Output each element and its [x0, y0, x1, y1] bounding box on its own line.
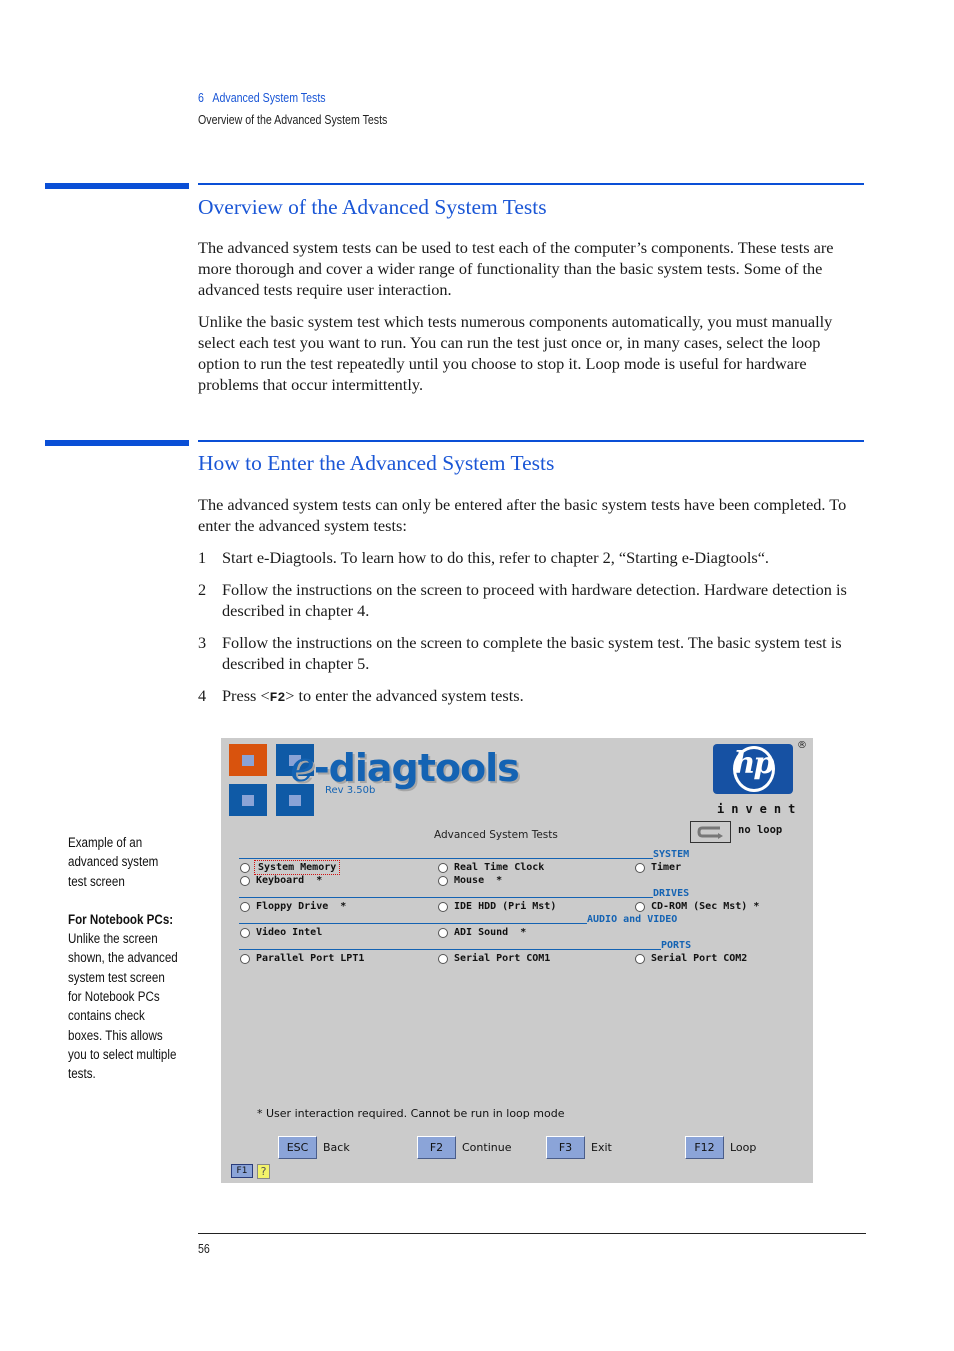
- option-serial-port-com1[interactable]: Serial Port COM1: [438, 952, 550, 965]
- option-parallel-port-lpt1[interactable]: Parallel Port LPT1: [240, 952, 364, 965]
- radio-button[interactable]: [240, 862, 250, 873]
- step-item: 2 Follow the instructions on the screen …: [198, 579, 866, 621]
- overview-paragraph-2: Unlike the basic system test which tests…: [198, 312, 833, 394]
- note-body: Unlike the screen shown, the advanced sy…: [68, 931, 178, 1082]
- group-label-drives: DRIVES: [653, 888, 690, 899]
- group-divider: [239, 897, 653, 898]
- option-cd-rom[interactable]: CD-ROM (Sec Mst) *: [635, 900, 759, 913]
- radio-button[interactable]: [240, 927, 250, 938]
- radio-button[interactable]: [635, 901, 645, 912]
- step-text: Start e-Diagtools. To learn how to do th…: [222, 548, 770, 567]
- group-label-audio-video: AUDIO and VIDEO: [587, 914, 678, 925]
- group-divider: [239, 923, 587, 924]
- section-marker-bar: [45, 440, 189, 446]
- group-divider: [239, 858, 653, 859]
- loop-arrow-icon: [697, 826, 723, 839]
- group-label-ports: PORTS: [661, 940, 692, 951]
- step-text: Follow the instructions on the screen to…: [222, 580, 847, 620]
- overview-paragraph-1: The advanced system tests can be used to…: [198, 238, 834, 299]
- step-text-post: > to enter the advanced system tests.: [285, 686, 524, 705]
- step-item: 1 Start e-Diagtools. To learn how to do …: [198, 547, 866, 568]
- option-timer[interactable]: Timer: [635, 861, 681, 874]
- exit-label: Exit: [591, 1141, 612, 1154]
- back-label: Back: [323, 1141, 350, 1154]
- running-header-section: Overview of the Advanced System Tests: [198, 113, 388, 127]
- esc-key-button[interactable]: ESC: [278, 1136, 317, 1159]
- step-number: 4: [198, 686, 207, 705]
- step-text: Press <F2> to enter the advanced system …: [222, 685, 866, 708]
- brand-tagline: invent: [717, 802, 803, 816]
- continue-label: Continue: [462, 1141, 512, 1154]
- step-number: 3: [198, 633, 207, 652]
- logo-square-icon: [229, 744, 267, 776]
- section-rule: [198, 440, 864, 442]
- loop-status: no loop: [738, 824, 783, 836]
- option-video-intel[interactable]: Video Intel: [240, 926, 322, 939]
- group-label-system: SYSTEM: [653, 849, 690, 860]
- loop-toggle-button[interactable]: [690, 821, 731, 843]
- option-system-memory[interactable]: System Memory: [240, 860, 341, 875]
- key-f2: F2: [269, 690, 286, 705]
- step-item: 3 Follow the instructions on the screen …: [198, 632, 866, 674]
- radio-button[interactable]: [240, 953, 250, 964]
- help-icon[interactable]: ?: [257, 1164, 270, 1179]
- f1-help-key-button[interactable]: F1: [231, 1164, 253, 1178]
- step-number: 2: [198, 580, 207, 599]
- f2-key-button[interactable]: F2: [417, 1136, 456, 1159]
- radio-button[interactable]: [438, 953, 448, 964]
- option-mouse[interactable]: Mouse *: [438, 874, 502, 887]
- option-ide-hdd[interactable]: IDE HDD (Pri Mst): [438, 900, 556, 913]
- advanced-tests-screenshot: e-diagtools Rev 3.50b hp ® invent no loo…: [221, 738, 813, 1183]
- step-text: Follow the instructions on the screen to…: [222, 633, 842, 673]
- loop-label: Loop: [730, 1141, 757, 1154]
- radio-button[interactable]: [438, 862, 448, 873]
- radio-button[interactable]: [635, 953, 645, 964]
- section-rule: [198, 183, 864, 185]
- radio-button[interactable]: [635, 862, 645, 873]
- step-number: 1: [198, 548, 207, 567]
- radio-button[interactable]: [438, 901, 448, 912]
- page-number: 56: [198, 1242, 210, 1256]
- running-header-chapter: 6 Advanced System Tests: [198, 91, 326, 105]
- section-heading-overview: Overview of the Advanced System Tests: [198, 195, 547, 219]
- section-heading-how-to-enter: How to Enter the Advanced System Tests: [198, 451, 555, 475]
- figure-caption: Example of an advanced system test scree…: [68, 835, 159, 889]
- chapter-title: Advanced System Tests: [212, 91, 326, 105]
- section-marker-bar: [45, 183, 189, 189]
- radio-button[interactable]: [438, 927, 448, 938]
- option-adi-sound[interactable]: ADI Sound *: [438, 926, 526, 939]
- footer-rule: [198, 1233, 866, 1234]
- option-real-time-clock[interactable]: Real Time Clock: [438, 861, 544, 874]
- option-keyboard[interactable]: Keyboard *: [240, 874, 322, 887]
- logo-square-icon: [229, 784, 267, 816]
- app-logo: e-diagtools: [290, 742, 520, 791]
- f3-key-button[interactable]: F3: [546, 1136, 585, 1159]
- screen-title: Advanced System Tests: [434, 829, 558, 841]
- step-text-pre: Press <: [222, 686, 270, 705]
- option-floppy-drive[interactable]: Floppy Drive *: [240, 900, 346, 913]
- option-serial-port-com2[interactable]: Serial Port COM2: [635, 952, 747, 965]
- note-label: For Notebook PCs:: [68, 911, 174, 927]
- hp-logo-icon: hp: [713, 744, 793, 794]
- revision-label: Rev 3.50b: [325, 785, 376, 796]
- radio-button[interactable]: [240, 875, 250, 886]
- footnote: * User interaction required. Cannot be r…: [257, 1107, 565, 1120]
- side-note: Example of an advanced system test scree…: [68, 833, 180, 1084]
- radio-button[interactable]: [240, 901, 250, 912]
- step-item: 4 Press <F2> to enter the advanced syste…: [198, 685, 866, 708]
- group-divider: [239, 949, 661, 950]
- radio-button[interactable]: [438, 875, 448, 886]
- chapter-number: 6: [198, 91, 204, 105]
- f12-key-button[interactable]: F12: [685, 1136, 724, 1159]
- how-to-intro: The advanced system tests can only be en…: [198, 495, 847, 535]
- registered-mark: ®: [797, 740, 807, 751]
